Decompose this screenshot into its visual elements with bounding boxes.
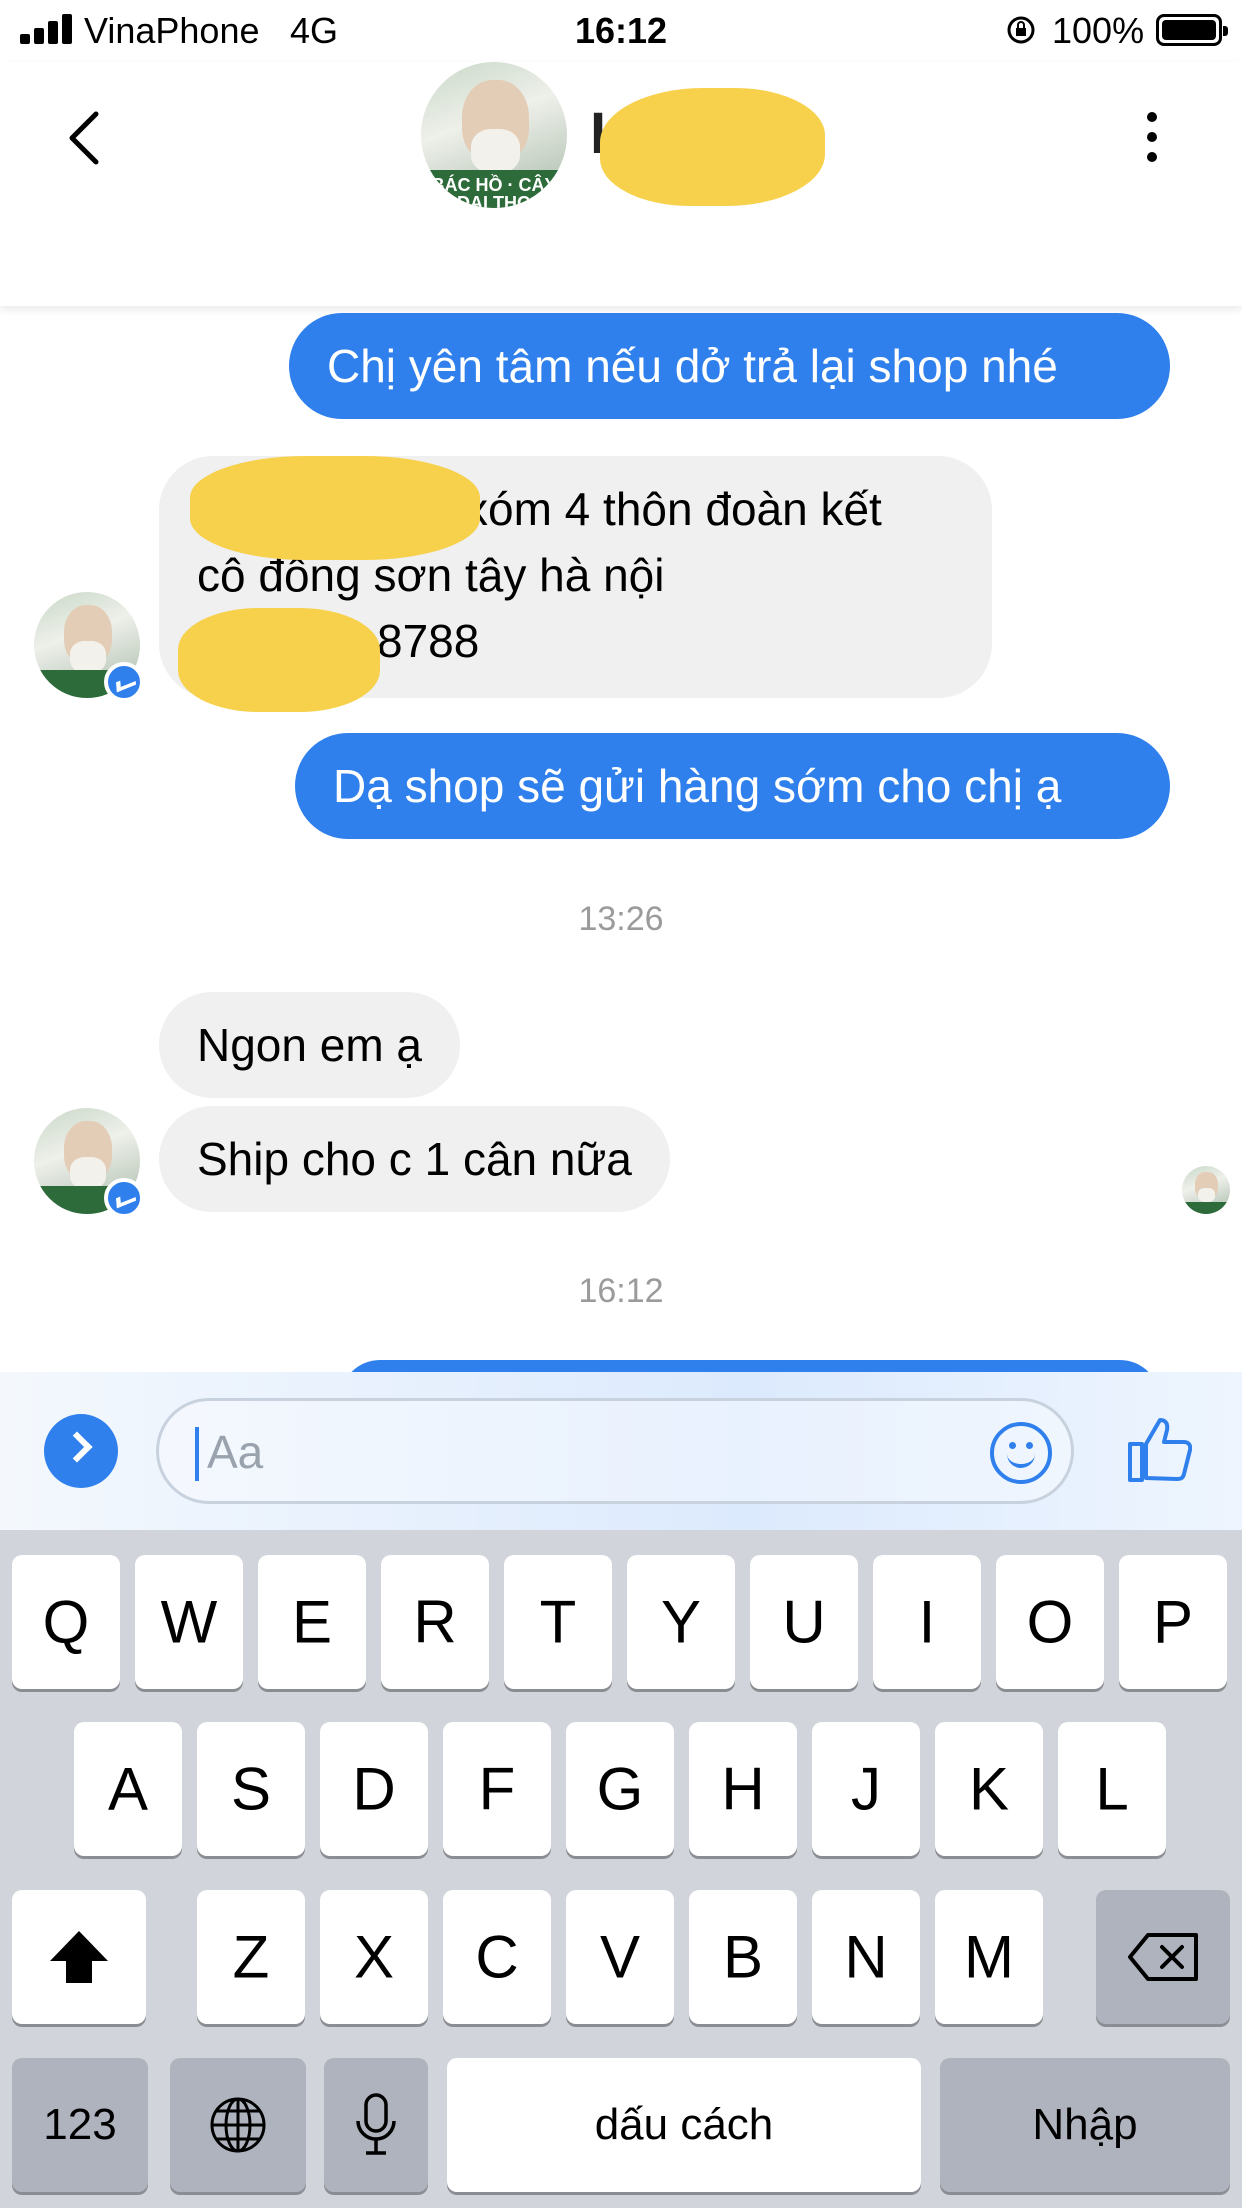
incoming-message[interactable]: Ship cho c 1 cân nữa [159, 1106, 670, 1212]
key-m[interactable]: M [935, 1890, 1043, 2024]
key-l[interactable]: L [1058, 1722, 1166, 1856]
key-z[interactable]: Z [197, 1890, 305, 2024]
redaction-mark [190, 456, 480, 560]
redaction-mark [600, 88, 825, 206]
key-v[interactable]: V [566, 1890, 674, 2024]
key-j[interactable]: J [812, 1722, 920, 1856]
key-e[interactable]: E [258, 1555, 366, 1689]
outgoing-message[interactable]: Chị yên tâm nếu dở trả lại shop nhé [289, 313, 1170, 419]
like-icon[interactable] [1126, 1414, 1192, 1484]
key-u[interactable]: U [750, 1555, 858, 1689]
mic-icon [356, 2093, 396, 2155]
back-icon[interactable] [62, 108, 106, 168]
key-d[interactable]: D [320, 1722, 428, 1856]
contact-avatar[interactable]: BÁC HỒ · CÂY ĐẠI THỌ [421, 62, 567, 208]
mic-key[interactable] [324, 2058, 428, 2192]
messenger-badge-icon [104, 1178, 144, 1218]
key-a[interactable]: A [74, 1722, 182, 1856]
rotation-lock-icon [1007, 16, 1035, 44]
key-p[interactable]: P [1119, 1555, 1227, 1689]
avatar-caption: BÁC HỒ · CÂY ĐẠI THỌ [421, 170, 567, 208]
key-h[interactable]: H [689, 1722, 797, 1856]
redaction-mark [178, 608, 380, 712]
key-k[interactable]: K [935, 1722, 1043, 1856]
expand-icon[interactable] [44, 1414, 118, 1488]
space-key[interactable]: dấu cách [447, 2058, 921, 2192]
message-input[interactable]: Aa [156, 1398, 1074, 1504]
sender-avatar[interactable] [34, 1108, 144, 1218]
backspace-key[interactable] [1096, 1890, 1230, 2024]
key-c[interactable]: C [443, 1890, 551, 2024]
key-s[interactable]: S [197, 1722, 305, 1856]
key-w[interactable]: W [135, 1555, 243, 1689]
key-f[interactable]: F [443, 1722, 551, 1856]
globe-key[interactable] [170, 2058, 306, 2192]
battery-percent: 100% [1052, 10, 1145, 51]
globe-icon [210, 2097, 266, 2153]
seen-avatar [1182, 1166, 1230, 1214]
key-o[interactable]: O [996, 1555, 1104, 1689]
emoji-icon[interactable] [990, 1422, 1052, 1484]
battery-icon [1156, 14, 1228, 46]
input-placeholder: Aa [207, 1426, 264, 1478]
key-x[interactable]: X [320, 1890, 428, 2024]
numbers-key[interactable]: 123 [12, 2058, 148, 2192]
key-g[interactable]: G [566, 1722, 674, 1856]
key-r[interactable]: R [381, 1555, 489, 1689]
status-bar: VinaPhone 4G 16:12 100% [0, 0, 1242, 62]
text-caret [195, 1427, 199, 1481]
key-b[interactable]: B [689, 1890, 797, 2024]
key-y[interactable]: Y [627, 1555, 735, 1689]
shift-key[interactable] [12, 1890, 146, 2024]
key-i[interactable]: I [873, 1555, 981, 1689]
shift-icon [50, 1931, 108, 1983]
key-n[interactable]: N [812, 1890, 920, 2024]
more-icon[interactable] [1140, 112, 1164, 172]
messenger-badge-icon [104, 662, 144, 702]
timestamp: 13:26 [578, 900, 664, 938]
backspace-icon [1128, 1933, 1198, 1981]
sender-avatar[interactable] [34, 592, 144, 702]
key-q[interactable]: Q [12, 1555, 120, 1689]
outgoing-message[interactable]: Dạ shop sẽ gửi hàng sớm cho chị ạ [295, 733, 1170, 839]
return-key[interactable]: Nhập [940, 2058, 1230, 2192]
key-t[interactable]: T [504, 1555, 612, 1689]
incoming-message[interactable]: Ngon em ạ [159, 992, 461, 1098]
timestamp: 16:12 [578, 1272, 664, 1310]
